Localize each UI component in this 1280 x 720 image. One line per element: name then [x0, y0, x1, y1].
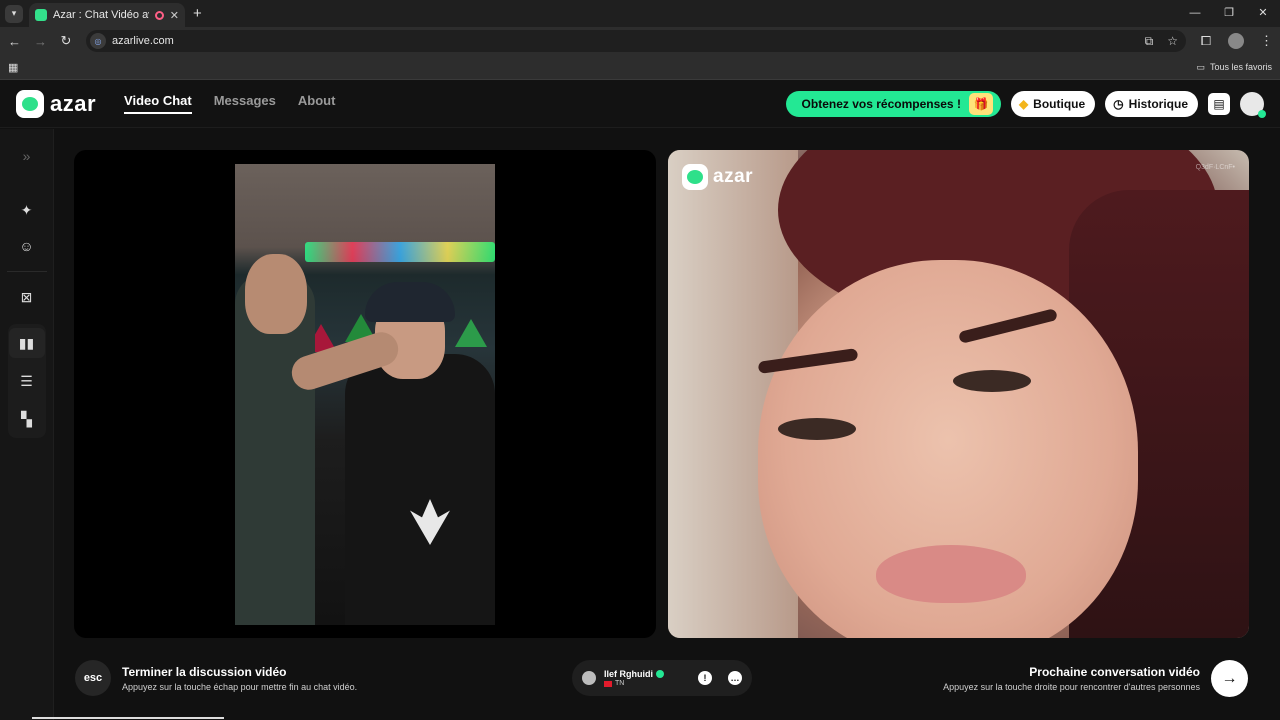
face-filter-icon[interactable]: ☺ — [9, 231, 45, 261]
local-camera-feed — [235, 164, 495, 625]
tab-close-icon[interactable]: ✕ — [170, 9, 179, 22]
layout-side-by-side-icon[interactable]: ▮▮ — [8, 328, 45, 358]
site-info-icon[interactable]: ◎ — [90, 33, 106, 49]
window-controls: — ❐ ✕ — [1178, 0, 1280, 27]
peer-name: Ilef Rghuidi — [604, 669, 653, 679]
effects-icon[interactable]: ⊠ — [9, 282, 45, 312]
chat-bubble-icon[interactable]: … — [728, 671, 742, 685]
stream-id: Q3dF·LCnF• — [1195, 164, 1235, 171]
browser-menu-icon[interactable]: ⋮ — [1260, 33, 1273, 49]
cast-icon[interactable]: ⧉ — [1145, 34, 1154, 49]
sidebar-divider — [6, 271, 47, 272]
favicon-icon — [35, 9, 47, 21]
expand-sidebar-icon[interactable]: » — [9, 141, 45, 171]
nav-about[interactable]: About — [298, 93, 336, 114]
nav-video-chat[interactable]: Video Chat — [124, 93, 192, 114]
page-load-progress — [32, 717, 224, 719]
bookmark-star-icon[interactable]: ☆ — [1167, 34, 1178, 48]
window-close-button[interactable]: ✕ — [1246, 0, 1280, 27]
browser-tabbar: ▾ Azar : Chat Vidéo avec de n ✕ + — ❐ ✕ — [0, 0, 1280, 27]
watermark-logo-icon — [682, 164, 708, 190]
magic-wand-icon[interactable]: ✦ — [9, 195, 45, 225]
shop-label: Boutique — [1033, 96, 1086, 111]
history-button[interactable]: ◷ Historique — [1105, 90, 1198, 117]
nav-messages[interactable]: Messages — [214, 93, 276, 114]
tab-title: Azar : Chat Vidéo avec de n — [53, 9, 149, 21]
rewards-button[interactable]: Obtenez vos récompenses ! 🎁 — [785, 90, 1001, 117]
bookmarks-bar: ▦ ▭ Tous les favoris — [0, 55, 1280, 80]
local-video-panel — [74, 150, 656, 638]
all-bookmarks-button[interactable]: ▭ Tous les favoris — [1196, 62, 1272, 73]
minimize-button[interactable]: — — [1178, 0, 1212, 27]
azar-logo-icon — [16, 89, 44, 118]
end-chat-hint: Appuyez sur la touche échap pour mettre … — [122, 682, 358, 692]
watermark-text: azar — [713, 166, 754, 187]
diamond-icon: ◆ — [1018, 96, 1029, 111]
browser-tab[interactable]: Azar : Chat Vidéo avec de n ✕ — [29, 3, 185, 27]
decor-triangle — [455, 319, 487, 347]
recording-icon — [154, 10, 164, 20]
tab-search-button[interactable]: ▾ — [5, 4, 23, 23]
peer-info-card: Ilef Rghuidi TN ! … — [572, 660, 752, 696]
rewards-label: Obtenez vos récompenses ! — [801, 96, 961, 111]
url-field[interactable]: ◎ azarlive.com ⧉ ☆ — [86, 30, 1186, 52]
person-left-head — [245, 254, 307, 334]
end-chat-title: Terminer la discussion vidéo — [122, 665, 287, 679]
address-bar-row: ← → ↻ ◎ azarlive.com ⧉ ☆ ⧠ ⋮ — [0, 27, 1280, 55]
layout-group: ▮▮ ☰ ▚ — [7, 324, 46, 438]
eye-left — [778, 418, 856, 440]
report-icon[interactable]: ! — [698, 671, 712, 685]
gift-icon: 🎁 — [968, 92, 993, 115]
azar-watermark: azar — [682, 164, 753, 190]
restore-button[interactable]: ❐ — [1212, 0, 1246, 27]
folder-icon: ▭ — [1196, 61, 1205, 72]
next-chat-title: Prochaine conversation vidéo — [1029, 665, 1200, 679]
url-text: azarlive.com — [112, 35, 174, 47]
peer-name-row: Ilef Rghuidi — [604, 669, 664, 679]
main-nav: Video Chat Messages About — [124, 93, 335, 114]
esc-key-button[interactable]: esc — [75, 660, 111, 696]
shop-button[interactable]: ◆ Boutique — [1010, 90, 1096, 117]
peer-country-row: TN — [604, 680, 664, 687]
reload-icon[interactable]: ↻ — [60, 33, 72, 49]
peer-country: TN — [615, 680, 625, 687]
extensions-icon[interactable]: ⧠ — [1200, 33, 1212, 49]
tunisia-flag-icon — [604, 680, 612, 687]
person-right-body — [345, 354, 495, 625]
logo-text: azar — [50, 90, 97, 116]
user-avatar[interactable] — [1240, 91, 1266, 118]
site-header: azar Video Chat Messages About Obtenez v… — [0, 80, 1280, 128]
all-bookmarks-label: Tous les favoris — [1209, 62, 1272, 72]
forward-arrow-icon[interactable]: → — [34, 34, 47, 49]
person-right-hair — [365, 282, 455, 322]
back-arrow-icon[interactable]: ← — [8, 34, 21, 49]
profile-avatar[interactable] — [1228, 33, 1244, 49]
remote-video-panel: azar Q3dF·LCnF• — [668, 150, 1249, 638]
layout-grid-icon[interactable]: ▚ — [9, 404, 45, 434]
peer-avatar-icon[interactable] — [582, 671, 596, 685]
next-chat-hint: Appuyez sur la touche droite pour rencon… — [943, 682, 1200, 692]
verified-badge-icon — [656, 670, 664, 678]
history-label: Historique — [1128, 96, 1188, 111]
tool-sidebar: » ✦ ☺ ⊠ ▮▮ ☰ ▚ — [0, 129, 54, 720]
next-chat-button[interactable]: → — [1211, 660, 1248, 697]
eye-right — [953, 370, 1031, 392]
led-lights — [305, 242, 495, 262]
clock-icon: ◷ — [1113, 96, 1124, 111]
apps-grid-icon[interactable]: ▦ — [8, 61, 18, 74]
azar-logo[interactable]: azar — [16, 89, 97, 118]
layout-stacked-icon[interactable]: ☰ — [9, 366, 45, 396]
lips — [876, 545, 1026, 603]
new-tab-button[interactable]: + — [193, 5, 202, 22]
inbox-icon[interactable]: ▤ — [1208, 92, 1230, 115]
